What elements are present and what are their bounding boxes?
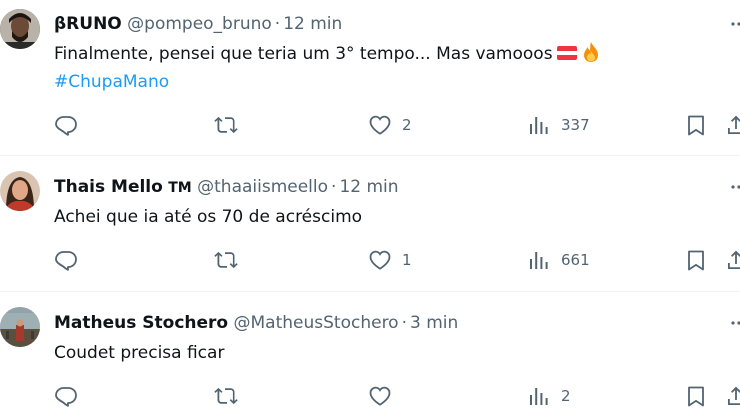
like-button[interactable]: 1 [368,246,412,274]
like-count: 1 [402,251,412,269]
retweet-button[interactable] [214,382,248,410]
author-handle[interactable]: @pompeo_bruno [127,14,272,34]
more-dots-icon[interactable] [729,313,740,333]
tweet-text: Achei que ia até os 70 de acréscimo [54,203,362,231]
views-button[interactable]: 2 [527,382,571,410]
views-chart-icon [530,252,548,269]
tweet-header: Thais Mello TM @thaaiismeello · 12 min [54,174,399,200]
tweet-text-line: Finalmente, pensei que teria um 3° tempo… [54,40,601,68]
heart-icon [369,115,391,135]
reply-icon [55,251,77,271]
author-name[interactable]: Thais Mello [54,177,163,197]
view-count: 337 [561,116,590,134]
author-name[interactable]: Matheus Stochero [54,313,228,333]
bookmark-icon [688,115,704,136]
reply-icon [55,387,77,407]
views-button[interactable]: 337 [527,111,590,139]
avatar[interactable] [0,171,40,211]
bookmark-button[interactable] [684,246,708,274]
views-chart-icon [530,388,548,405]
retweet-button[interactable] [214,246,248,274]
like-count: 2 [402,116,412,134]
share-button[interactable] [724,382,740,410]
share-icon [728,250,740,269]
share-icon [728,115,740,134]
separator-dot: · [274,14,281,34]
retweet-button[interactable] [214,111,248,139]
tweet-header: Matheus Stochero @MatheusStochero · 3 min [54,310,458,336]
bookmark-icon [688,386,704,407]
tweet-text-content: Achei que ia até os 70 de acréscimo [54,207,363,227]
view-count: 2 [561,387,571,405]
tweet-text-content: Coudet precisa ficar [54,343,225,363]
bookmark-button[interactable] [684,111,708,139]
avatar-image [0,9,40,49]
share-icon [728,386,740,405]
fire-emoji [583,42,598,62]
separator-dot: · [331,177,337,197]
heart-icon [369,250,391,270]
retweet-icon [214,116,238,134]
bookmark-button[interactable] [684,382,708,410]
avatar[interactable] [0,9,40,49]
reply-button[interactable] [54,246,88,274]
retweet-icon [214,387,238,405]
retweet-icon [214,251,238,269]
more-dots-icon[interactable] [729,14,740,34]
reply-icon [55,116,77,136]
reply-button[interactable] [54,382,88,410]
like-button[interactable] [368,382,402,410]
reply-button[interactable] [54,111,88,139]
share-button[interactable] [724,111,740,139]
tweet-item[interactable]: Thais Mello TM @thaaiismeello · 12 min Ach… [0,156,740,291]
tweet-header: βRUNO @pompeo_bruno · 12 min [54,11,342,37]
views-button[interactable]: 661 [527,246,590,274]
avatar-image [0,171,40,211]
tweet-text: Finalmente, pensei que teria um 3° tempo… [54,40,601,96]
author-handle[interactable]: @MatheusStochero [234,313,399,333]
avatar[interactable] [0,307,40,347]
verified-mark: TM [168,180,192,196]
tweet-time[interactable]: 12 min [283,14,342,34]
share-button[interactable] [724,246,740,274]
hashtag-link[interactable]: #ChupaMano [54,68,601,96]
views-chart-icon [530,117,548,134]
bookmark-icon [688,250,704,271]
tweet-item[interactable]: βRUNO @pompeo_bruno · 12 min Finalmente, p… [0,0,740,155]
author-name[interactable]: βRUNO [54,14,122,34]
author-handle[interactable]: @thaaiismeello [197,177,328,197]
view-count: 661 [561,251,590,269]
tweet-time[interactable]: 3 min [410,313,458,333]
tweet-text: Coudet precisa ficar [54,339,224,367]
heart-icon [369,386,391,406]
like-button[interactable]: 2 [368,111,412,139]
tweet-item[interactable]: Matheus Stochero @MatheusStochero · 3 min … [0,292,740,416]
avatar-image [0,307,40,347]
separator-dot: · [401,313,407,333]
tweet-text-content: Finalmente, pensei que teria um 3° tempo… [54,44,553,64]
austria-flag-emoji [556,46,577,60]
more-dots-icon[interactable] [729,177,740,197]
tweet-time[interactable]: 12 min [339,177,398,197]
